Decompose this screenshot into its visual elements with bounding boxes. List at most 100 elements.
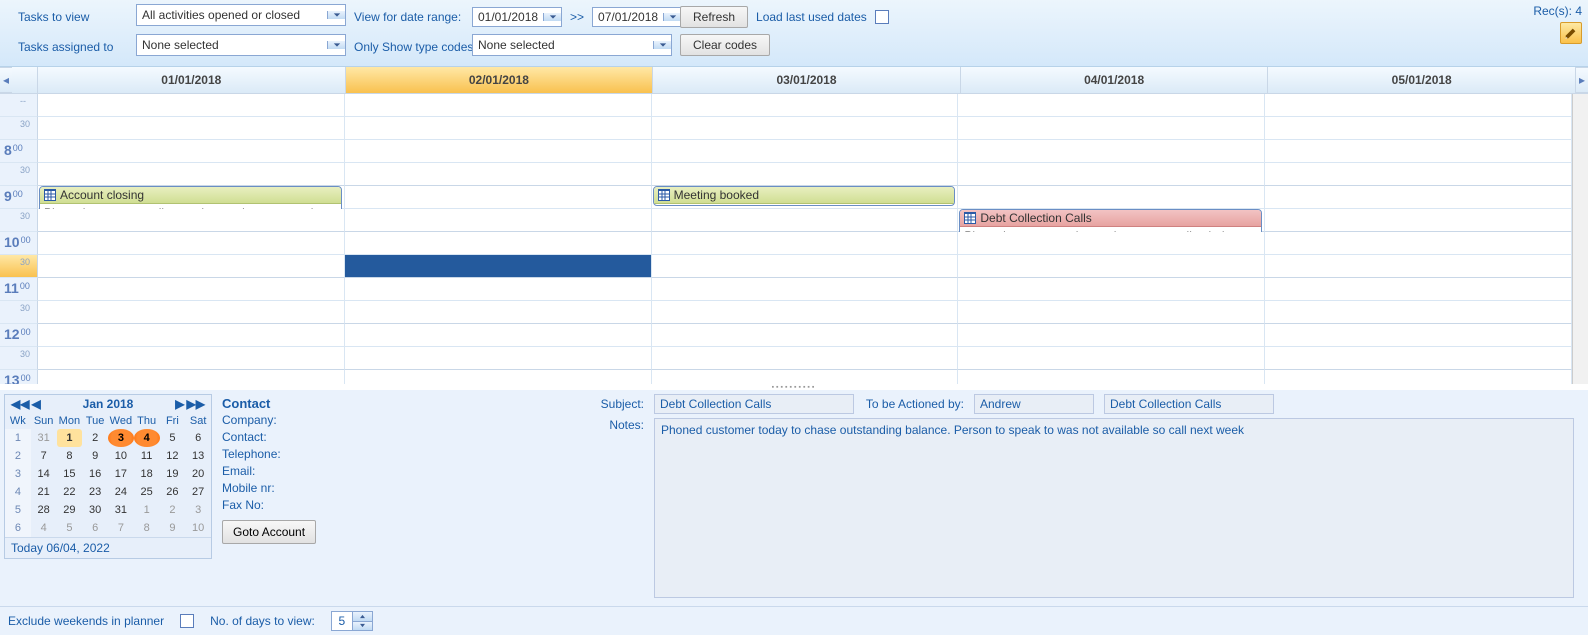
mini-cal-day[interactable]: 20 — [185, 465, 211, 483]
refresh-button[interactable]: Refresh — [680, 6, 748, 28]
time-slot[interactable] — [958, 255, 1265, 278]
mini-cal-today[interactable]: Today 06/04, 2022 — [5, 537, 211, 558]
time-slot[interactable] — [345, 278, 652, 301]
days-to-view-spinner[interactable]: 5 — [331, 611, 373, 631]
time-slot[interactable] — [1265, 117, 1572, 140]
time-slot[interactable] — [38, 163, 345, 186]
time-slot[interactable] — [652, 370, 959, 384]
time-slot[interactable] — [958, 347, 1265, 370]
time-slot[interactable] — [652, 94, 959, 117]
mini-cal-day[interactable]: 11 — [134, 447, 160, 465]
time-slot[interactable] — [958, 301, 1265, 324]
time-slot[interactable] — [652, 163, 959, 186]
mini-cal-day[interactable]: 10 — [185, 519, 211, 537]
mini-cal-day[interactable]: 2 — [82, 429, 108, 447]
mini-cal-day[interactable]: 14 — [31, 465, 57, 483]
mini-cal-day[interactable]: 13 — [185, 447, 211, 465]
time-slot[interactable] — [38, 278, 345, 301]
day-header[interactable]: 04/01/2018 — [961, 67, 1269, 93]
clear-codes-button[interactable]: Clear codes — [680, 34, 770, 56]
mini-cal-day[interactable]: 1 — [134, 501, 160, 519]
time-slot[interactable] — [38, 347, 345, 370]
mini-cal-day[interactable]: 3 — [185, 501, 211, 519]
time-slot[interactable] — [38, 117, 345, 140]
time-slot[interactable] — [38, 232, 345, 255]
spinner-up-icon[interactable] — [352, 612, 372, 622]
mini-cal-day[interactable]: 8 — [134, 519, 160, 537]
mini-cal-day[interactable]: 25 — [134, 483, 160, 501]
time-slot[interactable] — [958, 232, 1265, 255]
time-slot[interactable]: Account closingPhoned customer to discus… — [38, 186, 345, 209]
mini-cal-day[interactable]: 3 — [108, 429, 134, 447]
mini-cal-day[interactable]: 4 — [31, 519, 57, 537]
mini-cal-day[interactable]: 7 — [31, 447, 57, 465]
time-slot[interactable] — [1265, 301, 1572, 324]
mini-cal-day[interactable]: 6 — [185, 429, 211, 447]
notes-textarea[interactable]: Phoned customer today to chase outstandi… — [654, 418, 1574, 598]
spinner-down-icon[interactable] — [352, 622, 372, 631]
time-slot[interactable] — [958, 370, 1265, 384]
day-header[interactable]: 02/01/2018 — [346, 67, 654, 93]
date-to-field[interactable]: 07/01/2018 — [592, 7, 682, 27]
mini-cal-day[interactable]: 6 — [82, 519, 108, 537]
time-slot[interactable] — [1265, 232, 1572, 255]
time-slot[interactable] — [345, 163, 652, 186]
time-slot[interactable] — [38, 370, 345, 384]
appointment[interactable]: Meeting booked — [653, 186, 956, 206]
edit-note-icon[interactable] — [1560, 22, 1582, 44]
mini-cal-day[interactable]: 22 — [57, 483, 83, 501]
time-slot[interactable] — [345, 324, 652, 347]
time-slot[interactable] — [345, 117, 652, 140]
mini-cal-day[interactable]: 12 — [160, 447, 186, 465]
time-slot[interactable] — [1265, 209, 1572, 232]
time-slot[interactable] — [958, 324, 1265, 347]
tasks-assigned-to-dropdown[interactable]: None selected — [136, 34, 346, 56]
time-slot[interactable]: Debt Collection CallsPhoned customer tod… — [958, 209, 1265, 232]
mini-cal-day[interactable]: 29 — [57, 501, 83, 519]
mini-cal-day[interactable]: 31 — [108, 501, 134, 519]
mini-cal-day[interactable]: 7 — [108, 519, 134, 537]
mini-cal-day[interactable]: 8 — [57, 447, 83, 465]
time-slot[interactable] — [652, 301, 959, 324]
next-day-button[interactable]: ▸ — [1576, 67, 1588, 93]
time-slot[interactable] — [38, 140, 345, 163]
time-slot[interactable] — [1265, 94, 1572, 117]
type-codes-dropdown[interactable]: None selected — [472, 34, 672, 56]
mini-cal-day[interactable]: 9 — [160, 519, 186, 537]
mini-cal-day[interactable]: 16 — [82, 465, 108, 483]
mini-cal-day[interactable]: 4 — [134, 429, 160, 447]
exclude-weekends-checkbox[interactable] — [180, 614, 194, 628]
mini-cal-day[interactable]: 21 — [31, 483, 57, 501]
time-slot[interactable] — [958, 186, 1265, 209]
time-slot[interactable] — [652, 347, 959, 370]
time-slot[interactable] — [38, 301, 345, 324]
time-slot[interactable] — [652, 117, 959, 140]
time-slot[interactable] — [1265, 255, 1572, 278]
mini-cal-day[interactable]: 31 — [31, 429, 57, 447]
mini-cal-day[interactable]: 15 — [57, 465, 83, 483]
mini-cal-day[interactable]: 1 — [57, 429, 83, 447]
time-slot[interactable] — [345, 94, 652, 117]
tasks-to-view-dropdown[interactable]: All activities opened or closed — [136, 4, 346, 26]
time-slot[interactable] — [1265, 347, 1572, 370]
time-slot[interactable]: Meeting booked — [652, 186, 959, 209]
mini-cal-next-year[interactable]: ▶▶ — [187, 397, 205, 411]
mini-cal-prev-month[interactable]: ◀ — [31, 397, 40, 411]
time-slot[interactable] — [345, 140, 652, 163]
time-slot[interactable] — [38, 255, 345, 278]
mini-cal-day[interactable]: 24 — [108, 483, 134, 501]
mini-cal-day[interactable]: 17 — [108, 465, 134, 483]
time-slot[interactable] — [652, 324, 959, 347]
prev-day-button[interactable]: ◂ — [0, 67, 12, 93]
time-slot[interactable] — [1265, 370, 1572, 384]
time-slot[interactable] — [345, 347, 652, 370]
time-slot[interactable] — [345, 255, 652, 278]
time-slot[interactable] — [958, 94, 1265, 117]
day-header[interactable]: 05/01/2018 — [1268, 67, 1576, 93]
load-last-used-checkbox[interactable] — [875, 10, 889, 24]
time-slot[interactable] — [38, 324, 345, 347]
time-slot[interactable] — [1265, 140, 1572, 163]
mini-cal-day[interactable]: 27 — [185, 483, 211, 501]
goto-account-button[interactable]: Goto Account — [222, 520, 316, 544]
time-slot[interactable] — [652, 232, 959, 255]
